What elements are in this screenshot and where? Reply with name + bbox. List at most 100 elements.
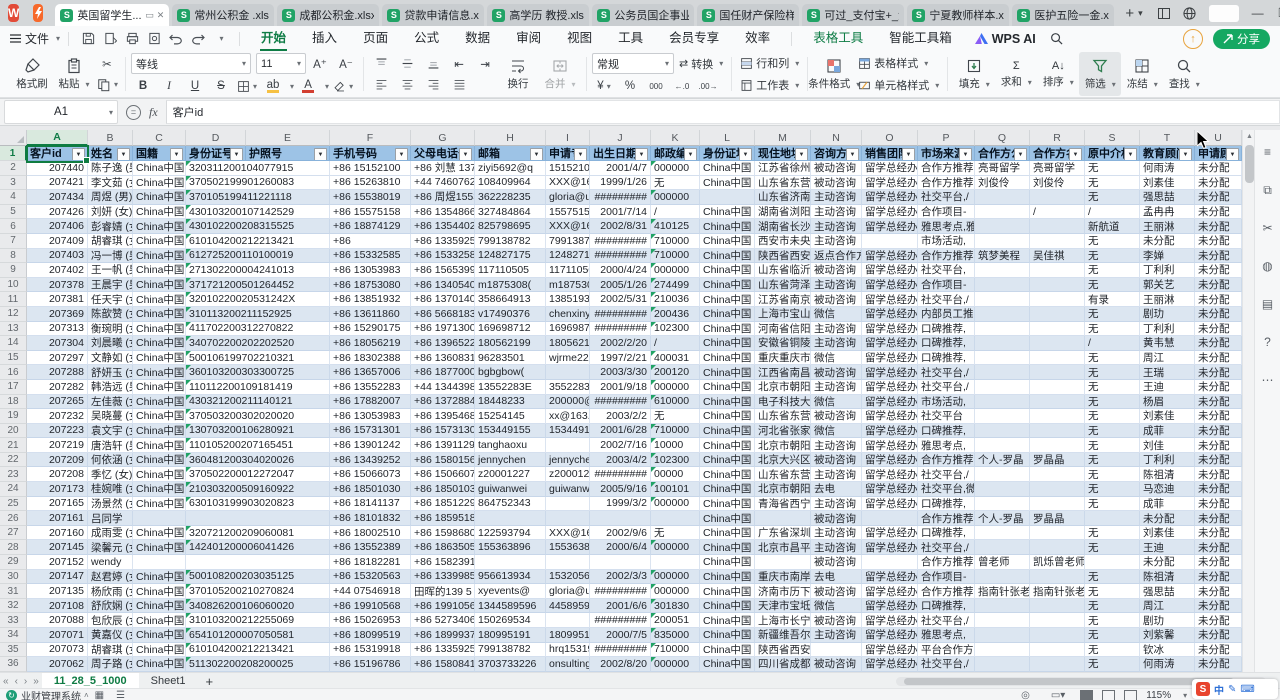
cell-U27[interactable]: 未分配 bbox=[1195, 526, 1242, 541]
cell-C22[interactable]: China中国 bbox=[133, 453, 186, 468]
align-top-button[interactable] bbox=[369, 55, 393, 73]
cell-K26[interactable] bbox=[651, 511, 700, 526]
cell-O9[interactable]: 留学总经办 bbox=[862, 263, 918, 278]
cell-A11[interactable]: 207381 bbox=[27, 292, 88, 307]
cell-R21[interactable] bbox=[1030, 438, 1085, 453]
menu-item-插入[interactable]: 插入 bbox=[299, 26, 350, 51]
cell-S19[interactable]: 无 bbox=[1085, 409, 1140, 424]
cell-C20[interactable]: China中国 bbox=[133, 424, 186, 439]
cell-K7[interactable]: 710000 bbox=[651, 234, 700, 249]
cell-S32[interactable]: 无 bbox=[1085, 599, 1140, 614]
cell-M12[interactable]: 上海市宝山 bbox=[755, 307, 811, 322]
cell-L36[interactable]: China中国 bbox=[700, 657, 755, 672]
cell-L25[interactable]: China中国 bbox=[700, 497, 755, 512]
cell-U31[interactable]: 未分配 bbox=[1195, 584, 1242, 599]
column-header-L[interactable]: L bbox=[700, 130, 755, 146]
row-header-20[interactable]: 20 bbox=[0, 424, 27, 439]
cell-B2[interactable]: 陈子逸 (男) bbox=[88, 161, 133, 176]
cell-L26[interactable]: China中国 bbox=[700, 511, 755, 526]
cell-S6[interactable]: 新航道 bbox=[1085, 219, 1140, 234]
cell-T21[interactable]: 刘佳 bbox=[1140, 438, 1195, 453]
cell-R2[interactable]: 亮哥留学 bbox=[1030, 161, 1085, 176]
wps-home-icon[interactable] bbox=[33, 4, 43, 22]
cell-L29[interactable]: China中国 bbox=[700, 555, 755, 570]
cell-D36[interactable]: 511302200208200025 bbox=[186, 657, 330, 672]
cell-R27[interactable] bbox=[1030, 526, 1085, 541]
cell-G28[interactable]: +86 1863505000 bbox=[411, 540, 475, 555]
cell-D14[interactable]: 340702200202202520 bbox=[186, 336, 330, 351]
cell-A34[interactable]: 207071 bbox=[27, 628, 88, 643]
cell-H27[interactable]: 122593794 bbox=[475, 526, 546, 541]
select-all-corner[interactable] bbox=[0, 130, 27, 146]
cell-A28[interactable]: 207145 bbox=[27, 540, 88, 555]
cell-D27[interactable]: 320721200209060081 bbox=[186, 526, 330, 541]
cell-L5[interactable]: China中国 bbox=[700, 205, 755, 220]
row-header-9[interactable]: 9 bbox=[0, 263, 27, 278]
cell-A25[interactable]: 207165 bbox=[27, 497, 88, 512]
cell-T28[interactable]: 王迪 bbox=[1140, 540, 1195, 555]
cell-C33[interactable]: China中国 bbox=[133, 613, 186, 628]
display-mode-icon[interactable]: ▭▾ bbox=[1051, 690, 1065, 700]
document-tab[interactable]: S高学历 教授.xlsx bbox=[487, 4, 589, 26]
cell-K28[interactable]: 000000 bbox=[651, 540, 700, 555]
cell-R22[interactable]: 罗晶晶 bbox=[1030, 453, 1085, 468]
cell-T13[interactable]: 丁利利 bbox=[1140, 322, 1195, 337]
cell-J32[interactable]: 2001/6/6 bbox=[590, 599, 651, 614]
cell-P27[interactable]: 口碑推荐, bbox=[918, 526, 975, 541]
cell-Q5[interactable] bbox=[975, 205, 1030, 220]
cell-I34[interactable]: 180995191 bbox=[546, 628, 590, 643]
cell-S8[interactable]: 无 bbox=[1085, 249, 1140, 264]
cell-I4[interactable]: gloria@uk bbox=[546, 190, 590, 205]
row-header-8[interactable]: 8 bbox=[0, 249, 27, 264]
cell-J30[interactable]: 2002/3/3 bbox=[590, 570, 651, 585]
menu-item-会员专享[interactable]: 会员专享 bbox=[656, 26, 732, 51]
cell-U11[interactable]: 未分配 bbox=[1195, 292, 1242, 307]
cell-D5[interactable]: 430103200107142529 bbox=[186, 205, 330, 220]
cell-A19[interactable]: 207232 bbox=[27, 409, 88, 424]
cell-Q36[interactable] bbox=[975, 657, 1030, 672]
cell-R19[interactable] bbox=[1030, 409, 1085, 424]
cell-S36[interactable]: 无 bbox=[1085, 657, 1140, 672]
cell-G6[interactable]: +86 1354402198 bbox=[411, 219, 475, 234]
cell-F20[interactable]: +86 15731301 bbox=[330, 424, 411, 439]
cell-G27[interactable]: +86 1598680231 bbox=[411, 526, 475, 541]
cell-C12[interactable]: China中国 bbox=[133, 307, 186, 322]
cell-G15[interactable]: +86 1360831276 bbox=[411, 351, 475, 366]
cell-G11[interactable]: +86 1370140948 bbox=[411, 292, 475, 307]
cell-O5[interactable]: 留学总经办 bbox=[862, 205, 918, 220]
column-header-Q[interactable]: Q bbox=[975, 130, 1030, 146]
cell-H36[interactable]: 3703733226 bbox=[475, 657, 546, 672]
cell-H2[interactable]: ziyi5692@q bbox=[475, 161, 546, 176]
row-header-15[interactable]: 15 bbox=[0, 351, 27, 366]
cell-P34[interactable]: 雅思考点, bbox=[918, 628, 975, 643]
row-header-10[interactable]: 10 bbox=[0, 278, 27, 293]
cell-G26[interactable]: +86 18595187720 bbox=[411, 511, 475, 526]
cell-A21[interactable]: 207219 bbox=[27, 438, 88, 453]
cell-A30[interactable]: 207147 bbox=[27, 570, 88, 585]
cell-L32[interactable]: China中国 bbox=[700, 599, 755, 614]
cell-T33[interactable]: 剧玏 bbox=[1140, 613, 1195, 628]
cell-H16[interactable]: bgbgbow( bbox=[475, 365, 546, 380]
formula-content[interactable]: 客户id bbox=[166, 100, 1280, 124]
document-tab-active[interactable]: S英国留学生...▭✕ bbox=[55, 4, 169, 26]
cell-Q3[interactable]: 刘俊伶 bbox=[975, 176, 1030, 191]
cell-B7[interactable]: 胡睿琪 (女) bbox=[88, 234, 133, 249]
cell-B26[interactable]: 吕同学 bbox=[88, 511, 133, 526]
cell-K22[interactable]: 102300 bbox=[651, 453, 700, 468]
cell-A24[interactable]: 207173 bbox=[27, 482, 88, 497]
filter-button-F[interactable]: ▼ bbox=[395, 148, 408, 161]
bold-button[interactable]: B bbox=[131, 77, 155, 95]
tab-list-chevron-icon[interactable]: ▾ bbox=[1138, 8, 1143, 19]
column-header-S[interactable]: S bbox=[1085, 130, 1140, 146]
cell-N13[interactable]: 主动咨询 bbox=[811, 322, 862, 337]
cell-T15[interactable]: 周江 bbox=[1140, 351, 1195, 366]
cell-Q8[interactable]: 筑梦美程 bbox=[975, 249, 1030, 264]
cell-H14[interactable]: 180562199 bbox=[475, 336, 546, 351]
cell-T17[interactable]: 王迪 bbox=[1140, 380, 1195, 395]
cell-style-button[interactable]: 单元格样式▾ bbox=[855, 76, 942, 95]
cell-U28[interactable]: 未分配 bbox=[1195, 540, 1242, 555]
cell-T2[interactable]: 何雨涛 bbox=[1140, 161, 1195, 176]
cell-S20[interactable]: 无 bbox=[1085, 424, 1140, 439]
restore-button[interactable]: ❐ bbox=[1271, 0, 1280, 26]
cell-C4[interactable]: China中国 bbox=[133, 190, 186, 205]
